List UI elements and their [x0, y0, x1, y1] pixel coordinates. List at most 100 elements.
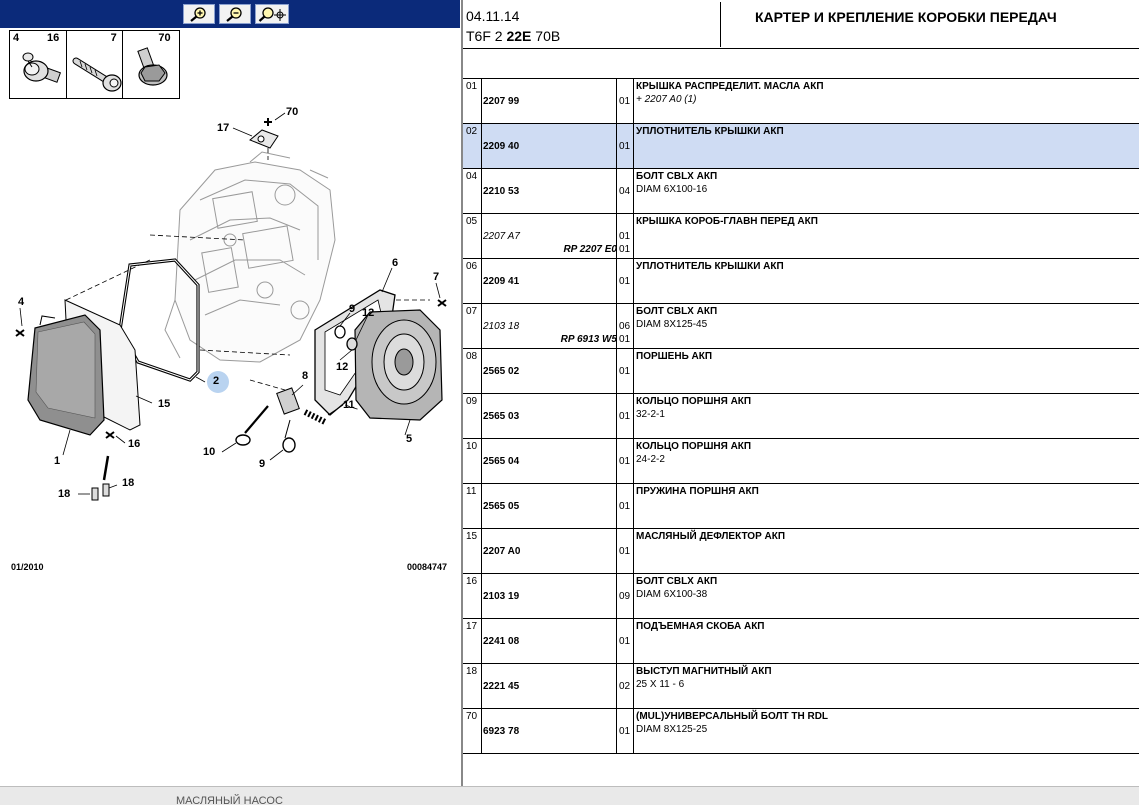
callout-17[interactable]: 17: [217, 122, 229, 134]
part-reference: 2210 53: [483, 186, 520, 197]
part-quantity: 01: [619, 636, 631, 647]
model-prefix: T6F 2: [466, 28, 503, 44]
table-row[interactable]: 16 2103 19 09 БОЛТ CBLX АКП DIAM 6X100-38: [463, 573, 1139, 619]
callout-2[interactable]: 2: [213, 375, 219, 387]
column-divider: [616, 169, 617, 214]
legend-cell-7[interactable]: 7: [67, 31, 124, 98]
column-divider: [633, 394, 634, 439]
column-divider: [633, 574, 634, 619]
callout-7[interactable]: 7: [433, 271, 439, 283]
table-row[interactable]: 05 2207 A7 RP 2207 E0 01 01 КРЫШКА КОРОБ-ГЛАВ…: [463, 213, 1139, 259]
column-divider: [481, 574, 482, 619]
part-description: ВЫСТУП МАГНИТНЫЙ АКП: [636, 666, 772, 677]
callout-12-lower[interactable]: 12: [336, 361, 348, 373]
part-index: 07: [466, 306, 478, 317]
zoom-toolbar: [0, 0, 460, 28]
table-row[interactable]: 09 2565 03 01 КОЛЬЦО ПОРШНЯ АКП 32-2-1: [463, 393, 1139, 439]
callout-18-right[interactable]: 18: [122, 477, 134, 489]
column-divider: [633, 79, 634, 124]
table-row[interactable]: 17 2241 08 01 ПОДЪЕМНАЯ СКОБА АКП: [463, 618, 1139, 664]
zoom-pan-button[interactable]: [255, 4, 289, 24]
callout-9-lower[interactable]: 9: [259, 458, 265, 470]
exploded-view-diagram: 17 70 4 2 15 16 1 18 18 6 7 9 12 12 8 11…: [0, 100, 460, 585]
part-spec: DIAM 6X100-38: [636, 589, 708, 600]
column-divider: [616, 124, 617, 169]
part-quantity: 01: [619, 231, 631, 242]
legend-cell-70[interactable]: 70: [123, 31, 179, 98]
part-description: КРЫШКА КОРОБ-ГЛАВН ПЕРЕД АКП: [636, 216, 818, 227]
part-spec: 32-2-1: [636, 409, 665, 420]
part-description: ПОРШЕНЬ АКП: [636, 351, 713, 362]
zoom-in-button[interactable]: [183, 4, 215, 24]
gearbox-drawing: [15, 112, 447, 501]
column-divider: [633, 709, 634, 754]
part-replacement: RP 2207 E0: [563, 244, 617, 255]
table-row[interactable]: 07 2103 18 RP 6913 W5 06 01 БОЛТ CBLX АКП DIAM…: [463, 303, 1139, 349]
column-divider: [633, 664, 634, 709]
zoom-pan-icon: [258, 7, 286, 22]
column-divider: [633, 349, 634, 394]
part-description: БОЛТ CBLX АКП: [636, 306, 718, 317]
table-row[interactable]: 15 2207 A0 01 МАСЛЯНЫЙ ДЕФЛЕКТОР АКП: [463, 528, 1139, 574]
column-divider: [481, 529, 482, 574]
column-divider: [481, 439, 482, 484]
column-divider: [633, 619, 634, 664]
hex-bolt-icon: [137, 47, 168, 86]
zoom-out-button[interactable]: [219, 4, 251, 24]
table-row[interactable]: 01 2207 99 01 КРЫШКА РАСПРЕДЕЛИТ. МАСЛА АКП…: [463, 78, 1139, 124]
column-divider: [633, 439, 634, 484]
callout-16[interactable]: 16: [128, 438, 140, 450]
table-row[interactable]: 04 2210 53 04 БОЛТ CBLX АКП DIAM 6X100-16: [463, 168, 1139, 214]
column-divider: [616, 259, 617, 304]
part-quantity: 01: [619, 546, 631, 557]
table-row[interactable]: 02 2209 40 01 УПЛОТНИТЕЛЬ КРЫШКИ АКП: [463, 123, 1139, 169]
bottom-strip: МАСЛЯНЫЙ НАСОС: [0, 786, 1139, 807]
part-quantity: 01: [619, 366, 631, 377]
callout-70[interactable]: 70: [286, 106, 298, 118]
column-divider: [481, 619, 482, 664]
column-divider: [616, 529, 617, 574]
part-quantity: 01: [619, 501, 631, 512]
part-description: ПОДЪЕМНАЯ СКОБА АКП: [636, 621, 765, 632]
callout-8[interactable]: 8: [302, 370, 308, 382]
callout-4[interactable]: 4: [18, 296, 24, 308]
catalog-date: 04.11.14: [466, 8, 520, 24]
callout-10[interactable]: 10: [203, 446, 215, 458]
part-reference: 2565 03: [483, 411, 520, 422]
table-row[interactable]: 11 2565 05 01 ПРУЖИНА ПОРШНЯ АКП: [463, 483, 1139, 529]
table-row[interactable]: 10 2565 04 01 КОЛЬЦО ПОРШНЯ АКП 24-2-2: [463, 438, 1139, 484]
column-divider: [616, 394, 617, 439]
callout-5[interactable]: 5: [406, 433, 412, 445]
part-description: КРЫШКА РАСПРЕДЕЛИТ. МАСЛА АКП: [636, 81, 824, 92]
part-quantity-2: 01: [619, 244, 631, 255]
table-row[interactable]: 18 2221 45 02 ВЫСТУП МАГНИТНЫЙ АКП 25 X 11 -…: [463, 663, 1139, 709]
callout-9-upper[interactable]: 9: [349, 303, 355, 315]
callout-11[interactable]: 11: [343, 399, 355, 411]
part-index: 08: [466, 351, 478, 362]
column-divider: [633, 484, 634, 529]
part-quantity: 06: [619, 321, 631, 332]
part-quantity: 09: [619, 591, 631, 602]
model-suffix: 70B: [535, 28, 561, 44]
part-reference: 2207 A7: [483, 231, 520, 242]
column-divider: [481, 124, 482, 169]
part-description: МАСЛЯНЫЙ ДЕФЛЕКТОР АКП: [636, 531, 786, 542]
table-row[interactable]: 06 2209 41 01 УПЛОТНИТЕЛЬ КРЫШКИ АКП: [463, 258, 1139, 304]
part-reference: 2207 A0: [483, 546, 521, 557]
callout-18-left[interactable]: 18: [58, 488, 70, 500]
callout-15[interactable]: 15: [158, 398, 170, 410]
part-index: 70: [466, 711, 478, 722]
part-reference: 2103 19: [483, 591, 520, 602]
callout-12-upper[interactable]: 12: [362, 307, 374, 319]
part-description: КОЛЬЦО ПОРШНЯ АКП: [636, 441, 752, 452]
callout-6[interactable]: 6: [392, 257, 398, 269]
table-row[interactable]: 08 2565 02 01 ПОРШЕНЬ АКП: [463, 348, 1139, 394]
part-quantity: 01: [619, 276, 631, 287]
callout-1[interactable]: 1: [54, 455, 60, 467]
legend-cell-4-16[interactable]: 4 16: [10, 31, 67, 98]
header-separator: [720, 2, 721, 47]
table-row[interactable]: 70 6923 78 01 (MUL)УНИВЕРСАЛЬНЫЙ БОЛТ TH RD…: [463, 708, 1139, 754]
next-section-label[interactable]: МАСЛЯНЫЙ НАСОС: [176, 795, 283, 807]
column-divider: [633, 124, 634, 169]
column-divider: [481, 259, 482, 304]
